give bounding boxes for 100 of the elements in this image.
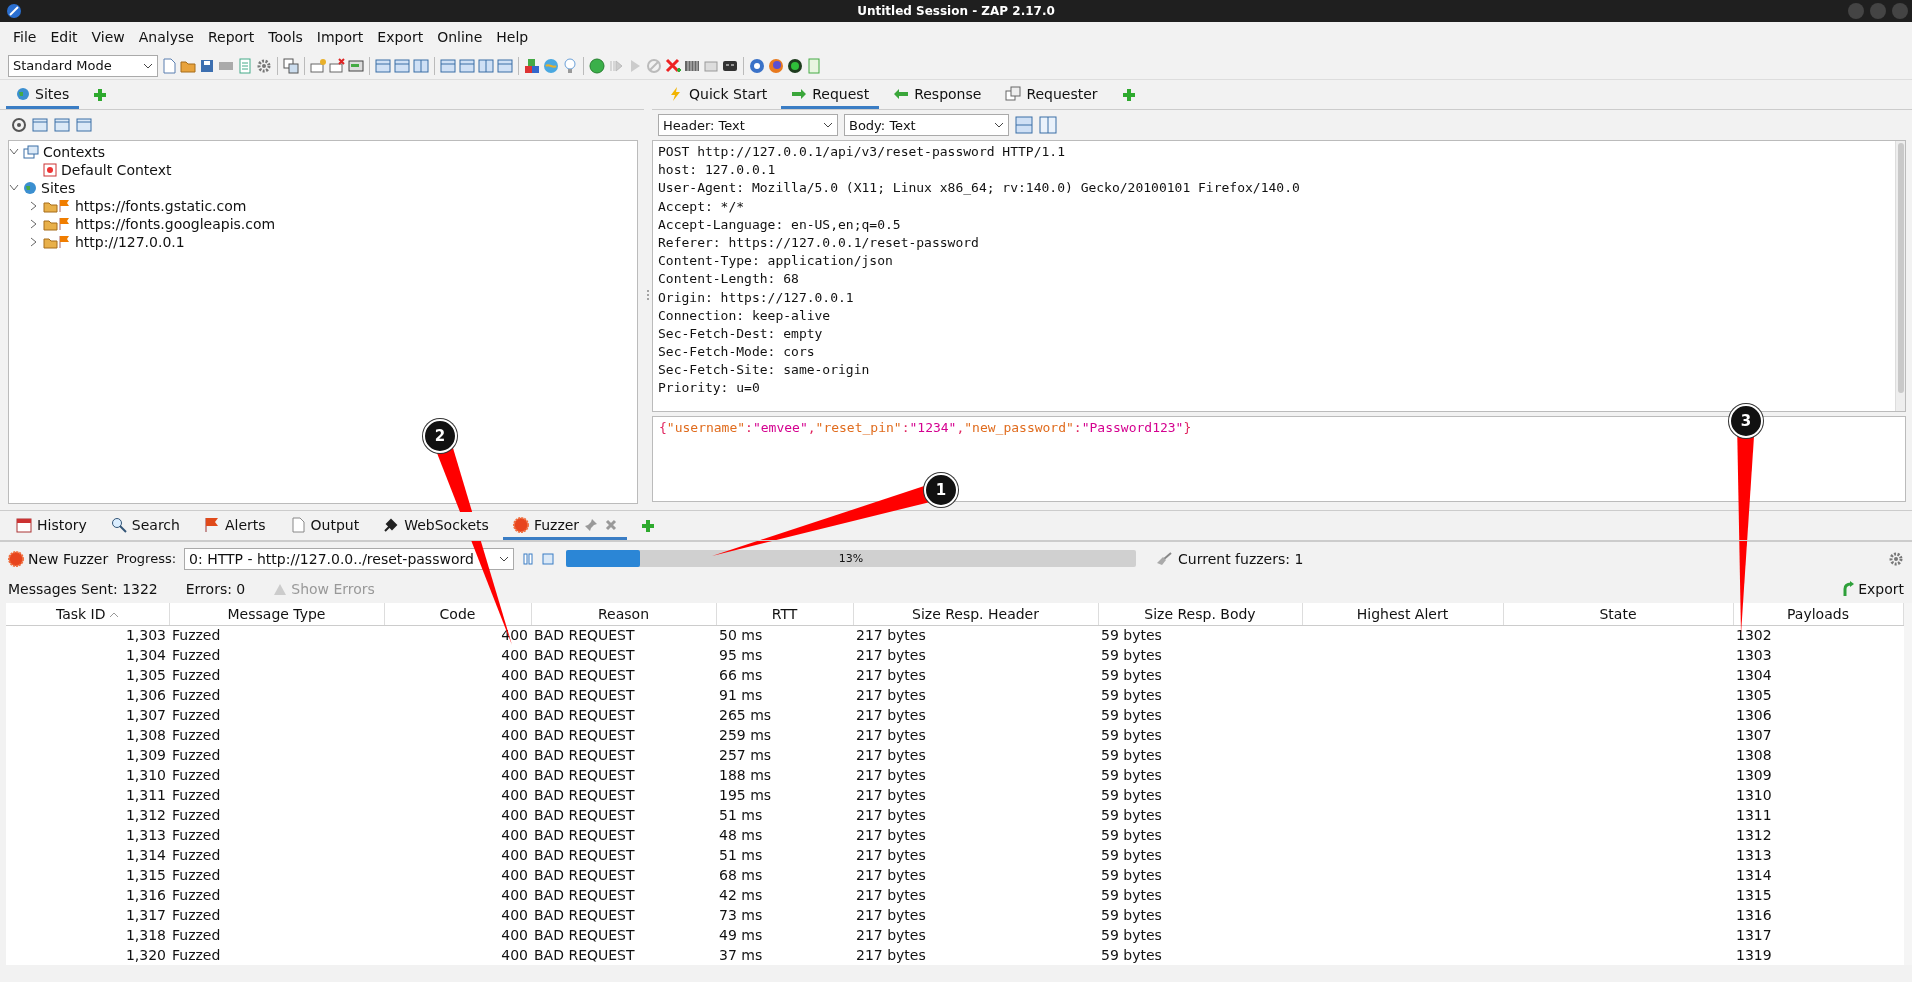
target-icon[interactable]: [12, 118, 26, 132]
expand-caret-icon[interactable]: [30, 219, 38, 229]
export-context-icon[interactable]: [76, 118, 92, 132]
note-icon[interactable]: [310, 57, 326, 74]
expand-caret-icon[interactable]: [30, 237, 38, 247]
table-cell-text: BAD REQUEST: [533, 686, 636, 705]
split-layout-icon[interactable]: [478, 57, 494, 74]
splitter-grip-icon[interactable]: [646, 289, 650, 301]
collapse-caret-icon[interactable]: [9, 184, 19, 192]
document-icon[interactable]: [237, 57, 253, 74]
menu-item[interactable]: Import: [309, 29, 371, 45]
radar-icon[interactable]: [787, 57, 803, 74]
body-view-dropdown[interactable]: Body: Text: [844, 114, 1009, 136]
calendar-icon: [16, 516, 32, 533]
column-header[interactable]: Message Type: [169, 603, 384, 625]
globe-icon[interactable]: [543, 57, 559, 74]
progress-label: Progress:: [116, 551, 177, 566]
table-cell-text: 1,305: [124, 666, 167, 685]
column-header[interactable]: Task ID: [6, 603, 169, 625]
table-cell-text: 257 ms: [718, 746, 773, 765]
new-context-icon[interactable]: [32, 118, 48, 132]
note-delete-icon[interactable]: [329, 57, 345, 74]
table-cell-text: 1312: [1735, 826, 1773, 845]
bulb-icon[interactable]: [562, 57, 578, 74]
table-cell-text: 1,320: [124, 946, 167, 965]
close-icon[interactable]: [605, 518, 618, 531]
header-view-dropdown[interactable]: Header: Text: [658, 114, 838, 136]
page-icon[interactable]: [161, 57, 177, 74]
tree-node-label[interactable]: https://fonts.googleapis.com: [75, 216, 276, 232]
add-icon[interactable]: [93, 87, 108, 102]
pin-icon[interactable]: [584, 517, 599, 532]
tabbed-view-icon[interactable]: [1039, 116, 1057, 134]
column-header[interactable]: Size Resp. Header: [853, 603, 1098, 625]
tree-node-label[interactable]: Contexts: [43, 144, 106, 160]
tree-node-label[interactable]: Sites: [41, 180, 76, 196]
menu-item[interactable]: File: [6, 29, 44, 45]
cross-plus-icon[interactable]: [665, 57, 681, 74]
fuzzer-select-dropdown[interactable]: 0: HTTP - http://127.0.0../reset-password: [184, 547, 515, 570]
folder-flag-icon: [43, 199, 71, 213]
column-header[interactable]: State: [1503, 603, 1733, 625]
collapse-caret-icon[interactable]: [9, 148, 19, 156]
sites-tab[interactable]: Sites: [6, 81, 80, 109]
help-icon[interactable]: [749, 57, 765, 74]
layout-icon[interactable]: [459, 57, 475, 74]
message-tab[interactable]: Response: [883, 81, 992, 109]
message-tab[interactable]: Request: [781, 81, 880, 109]
add-icon[interactable]: [1121, 87, 1136, 102]
menu-item[interactable]: Tools: [261, 29, 310, 45]
tree-node-label[interactable]: Default Context: [61, 162, 172, 178]
mode-dropdown[interactable]: Standard Mode: [8, 54, 158, 77]
menu-item[interactable]: Export: [370, 29, 431, 45]
menu-item[interactable]: Report: [200, 29, 262, 45]
gear-icon[interactable]: [256, 57, 272, 74]
layout-icon[interactable]: [394, 57, 410, 74]
split-view-icon[interactable]: [1015, 116, 1033, 134]
column-header[interactable]: Size Resp. Body: [1098, 603, 1302, 625]
table-cell-text: 400: [500, 906, 529, 925]
table-cell-text: 37 ms: [718, 946, 764, 965]
table-cell-text: 188 ms: [718, 766, 773, 785]
request-header-editor[interactable]: [652, 140, 1906, 412]
blocks-icon[interactable]: [524, 57, 540, 74]
column-header[interactable]: Payloads: [1733, 603, 1903, 625]
stop-circle-icon[interactable]: [646, 57, 662, 74]
message-tab[interactable]: Quick Start: [658, 81, 778, 109]
menu-item[interactable]: Analyse: [131, 29, 201, 45]
globe-icon: [23, 181, 37, 195]
new-fuzzer-button[interactable]: New Fuzzer: [8, 550, 109, 567]
table-cell-text: 1305: [1735, 686, 1773, 705]
scrollbar-thumb[interactable]: [1897, 143, 1904, 393]
export-button[interactable]: Export: [1842, 581, 1904, 597]
tree-node-label[interactable]: https://fonts.gstatic.com: [75, 198, 247, 214]
gear-icon[interactable]: [1888, 550, 1904, 567]
layout-icon[interactable]: [440, 57, 456, 74]
table-cell-text: 217 bytes: [855, 946, 927, 965]
close-button[interactable]: [1892, 3, 1908, 19]
menu-item[interactable]: Help: [489, 29, 536, 45]
dot-icon[interactable]: [589, 57, 605, 74]
menu-item[interactable]: Edit: [43, 29, 85, 45]
copy-icon[interactable]: [283, 57, 299, 74]
import-context-icon[interactable]: [54, 118, 70, 132]
expand-caret-icon[interactable]: [30, 201, 38, 211]
table-cell-text: 217 bytes: [855, 926, 927, 945]
split-layout-icon[interactable]: [413, 57, 429, 74]
column-header[interactable]: Reason: [531, 603, 716, 625]
message-tab[interactable]: Requester: [995, 81, 1108, 109]
pause-icon[interactable]: [522, 551, 535, 566]
minimize-button[interactable]: [1848, 3, 1864, 19]
maximize-button[interactable]: [1870, 3, 1886, 19]
menu-item[interactable]: Online: [430, 29, 490, 45]
layout-icon[interactable]: [497, 57, 513, 74]
display-icon[interactable]: [348, 57, 364, 74]
tree-node-label[interactable]: http://127.0.0.1: [75, 234, 185, 250]
stop-icon[interactable]: [542, 552, 555, 565]
table-cell-text: BAD REQUEST: [533, 826, 636, 845]
menu-item[interactable]: View: [84, 29, 132, 45]
column-header[interactable]: Highest Alert: [1302, 603, 1503, 625]
column-header[interactable]: Code: [384, 603, 531, 625]
add-icon[interactable]: [641, 518, 656, 533]
column-header[interactable]: RTT: [716, 603, 853, 625]
layout-icon[interactable]: [375, 57, 391, 74]
